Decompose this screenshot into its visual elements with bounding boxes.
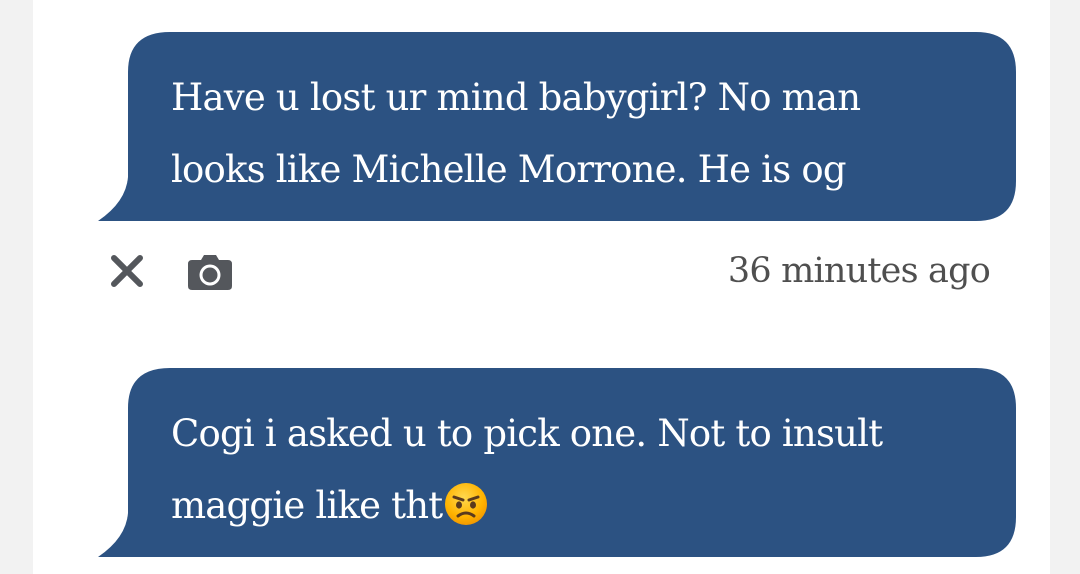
- camera-icon[interactable]: [186, 248, 234, 294]
- message-bubble[interactable]: Cogi i asked u to pick one. Not to insul…: [98, 368, 1016, 557]
- message-timestamp: 36 minutes ago: [727, 251, 991, 291]
- conversation-panel: Have u lost ur mind babygirl? No man loo…: [33, 0, 1050, 574]
- message-text: Have u lost ur mind babygirl? No man loo…: [171, 76, 861, 191]
- message-text: Cogi i asked u to pick one. Not to insul…: [171, 398, 971, 542]
- angry-face-emoji: [445, 483, 488, 525]
- close-icon[interactable]: [106, 250, 148, 292]
- message-bubble[interactable]: Have u lost ur mind babygirl? No man loo…: [98, 32, 1016, 221]
- message-meta-row: 36 minutes ago: [98, 236, 1016, 304]
- message-text-content: Cogi i asked u to pick one. Not to insul…: [171, 412, 883, 527]
